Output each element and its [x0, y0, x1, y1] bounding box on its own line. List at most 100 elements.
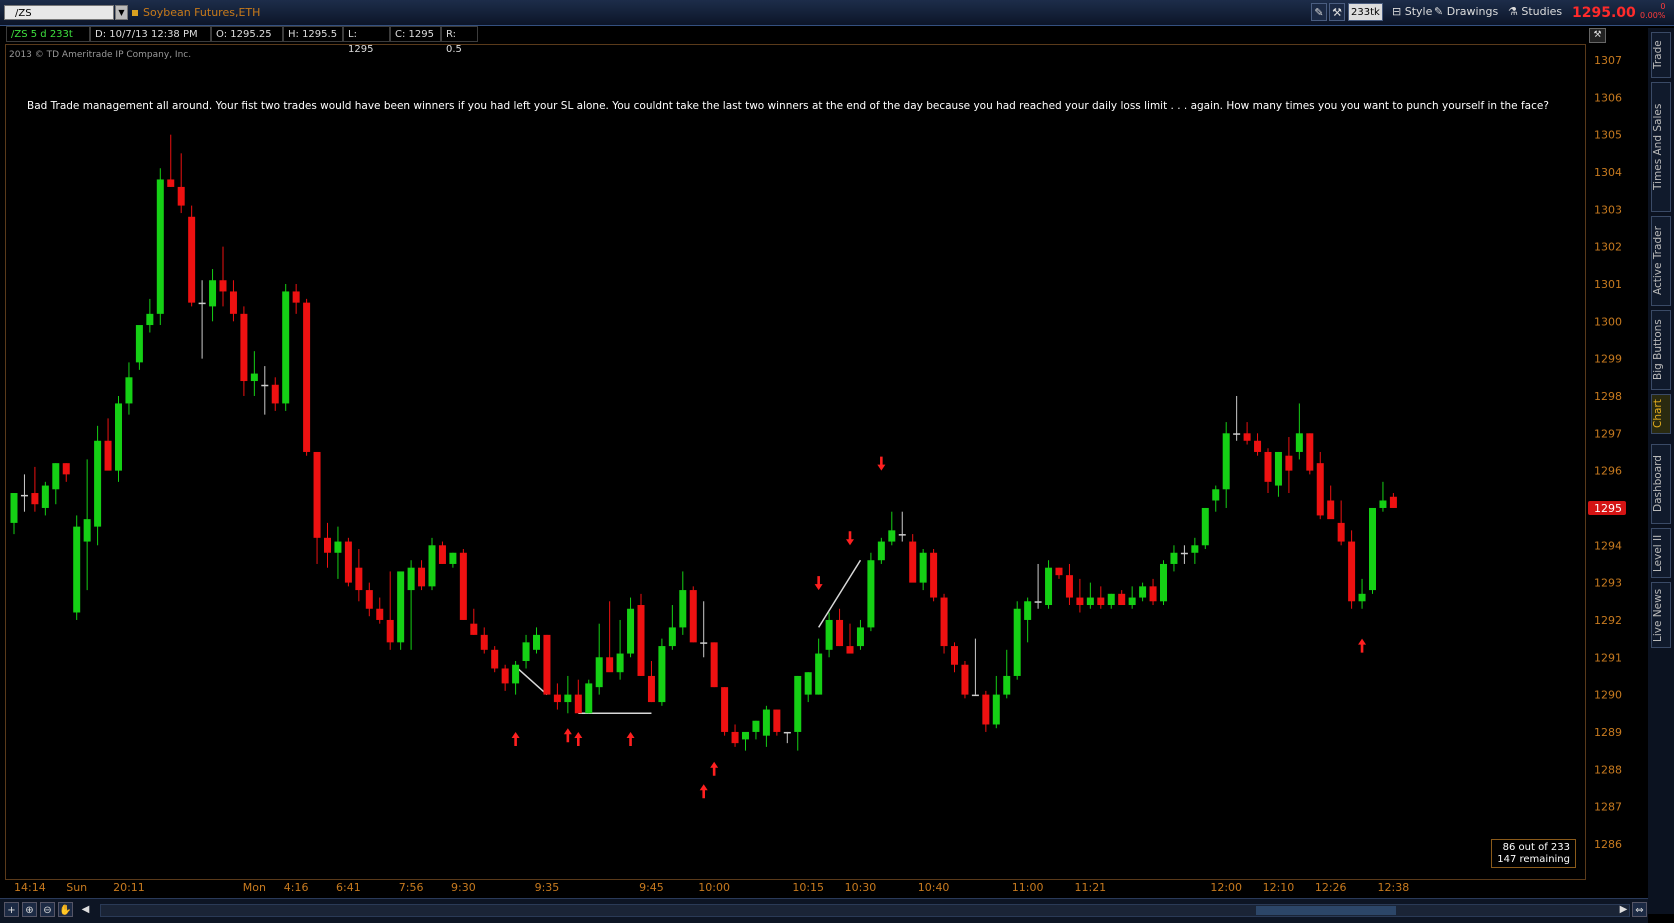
y-tick-label: 1300 — [1594, 315, 1622, 328]
candle-body — [1337, 522, 1345, 542]
candle-body — [606, 657, 614, 673]
candle-body — [919, 552, 927, 583]
x-tick-label: 9:30 — [451, 881, 476, 894]
bar-counter-line1: 86 out of 233 — [1502, 842, 1570, 853]
candle-body — [856, 627, 864, 647]
studies-icon: ⚗ — [1508, 5, 1522, 18]
pan-hand-icon[interactable]: ✋ — [58, 902, 73, 917]
aggregation-badge[interactable]: 233tk — [1348, 3, 1383, 21]
candle-body — [867, 560, 875, 628]
candle-body — [909, 541, 917, 583]
candle-body — [1306, 433, 1314, 471]
ohlc-infobar: /ZS 5 d 233t D: 10/7/13 12:38 PM O: 1295… — [6, 26, 1586, 55]
price-change-pct: 0.00% — [1640, 11, 1666, 20]
candle-body — [898, 534, 906, 536]
x-tick-label: 12:38 — [1378, 881, 1410, 894]
candle-body — [752, 720, 760, 732]
last-price: 1295.00 — [1572, 5, 1636, 21]
copyright-text: 2013 © TD Ameritrade IP Company, Inc. — [9, 50, 192, 60]
tab-dashboard[interactable]: Dashboard — [1651, 444, 1671, 524]
y-tick-label: 1293 — [1594, 577, 1622, 590]
candle-body — [1024, 601, 1032, 620]
candle-body — [762, 709, 770, 736]
style-menu[interactable]: ⊟ Style — [1392, 3, 1432, 21]
candle-body — [794, 675, 802, 732]
bar-date: D: 10/7/13 12:38 PM — [90, 26, 211, 42]
tab-live-news[interactable]: Live News — [1651, 582, 1671, 648]
y-tick-label: 1289 — [1594, 726, 1622, 739]
candle-body — [1149, 586, 1157, 602]
symbol-dropdown-button[interactable]: ▼ — [115, 5, 128, 20]
x-tick-label: 6:41 — [336, 881, 361, 894]
studies-menu[interactable]: ⚗ Studies — [1508, 3, 1562, 21]
scrollbar-thumb[interactable] — [1256, 906, 1396, 915]
zoom-out-icon[interactable]: ⊖ — [40, 902, 55, 917]
y-tick-label: 1286 — [1594, 838, 1622, 851]
chart-settings-icon[interactable]: ⚒ — [1589, 28, 1606, 43]
candle-body — [386, 619, 394, 643]
candle-body — [637, 605, 645, 676]
tab-big-buttons[interactable]: Big Buttons — [1651, 310, 1671, 390]
candle-body — [1076, 597, 1084, 606]
candle-body — [825, 619, 833, 650]
scroll-left-icon[interactable]: ◀ — [78, 902, 93, 917]
tab-times-and-sales[interactable]: Times And Sales — [1651, 82, 1671, 212]
candle-body — [700, 642, 708, 644]
tab-chart[interactable]: Chart — [1651, 394, 1671, 434]
symbol-color-icon — [132, 10, 138, 16]
symbol-period-label: /ZS 5 d 233t — [6, 26, 90, 42]
drawings-icon: ✎ — [1434, 5, 1447, 18]
expand-icon[interactable]: ⇔ — [1632, 902, 1647, 917]
candle-body — [1264, 451, 1272, 482]
candle-body — [647, 675, 655, 703]
pencil-icon[interactable]: ✎ — [1311, 3, 1327, 21]
candle-body — [1097, 597, 1105, 606]
candle-body — [229, 291, 237, 314]
candle-body — [470, 623, 478, 635]
y-tick-label: 1298 — [1594, 390, 1622, 403]
symbol-input[interactable]: /ZS — [4, 5, 114, 20]
last-price-label: 1295 — [1594, 502, 1622, 515]
zoom-in-icon[interactable]: ⊕ — [22, 902, 37, 917]
sell-arrow-icon — [877, 456, 886, 471]
candle-body — [710, 642, 718, 688]
candle-body — [1348, 541, 1356, 602]
candle-body — [564, 694, 572, 703]
candle-body — [1045, 567, 1053, 606]
candle-body — [449, 552, 457, 564]
candle-body — [240, 313, 248, 382]
tab-level-ii[interactable]: Level II — [1651, 528, 1671, 578]
candle-body — [512, 664, 520, 684]
candle-body — [1128, 597, 1136, 606]
candle-body — [1243, 433, 1251, 441]
crosshair-icon[interactable]: + — [4, 902, 19, 917]
price-change: 0 0.00% — [1640, 2, 1665, 20]
scroll-right-icon[interactable]: ▶ — [1616, 902, 1631, 917]
candle-body — [804, 672, 812, 695]
tab-active-trader[interactable]: Active Trader — [1651, 216, 1671, 306]
x-tick-label: 12:00 — [1210, 881, 1242, 894]
tab-trade[interactable]: Trade — [1651, 32, 1671, 78]
candle-body — [94, 440, 102, 527]
candle-body — [156, 179, 164, 314]
candle-body — [888, 530, 896, 542]
y-tick-label: 1296 — [1594, 465, 1622, 478]
symbol-description: Soybean Futures,ETH — [132, 4, 260, 21]
drawings-menu[interactable]: ✎ Drawings — [1434, 3, 1498, 21]
candle-body — [188, 216, 196, 303]
price-chart[interactable]: 1286 1287 1288 1289 1290 1291 1292 1293 1294 1295… — [0, 0, 1674, 922]
y-tick-label: 1305 — [1594, 129, 1622, 142]
candle-body — [73, 526, 81, 613]
candle-body — [83, 519, 91, 542]
candle-body — [52, 463, 60, 490]
candle-body — [971, 694, 979, 697]
candle-body — [303, 302, 311, 452]
candle-body — [313, 451, 321, 538]
buy-arrow-icon — [626, 731, 635, 746]
time-scrollbar[interactable] — [100, 904, 1630, 917]
candle-body — [522, 642, 530, 662]
wrench-icon[interactable]: ⚒ — [1329, 3, 1345, 21]
candle-body — [1003, 675, 1011, 695]
buy-arrow-icon — [710, 761, 719, 776]
bar-counter: 86 out of 233 147 remaining — [1491, 839, 1576, 868]
